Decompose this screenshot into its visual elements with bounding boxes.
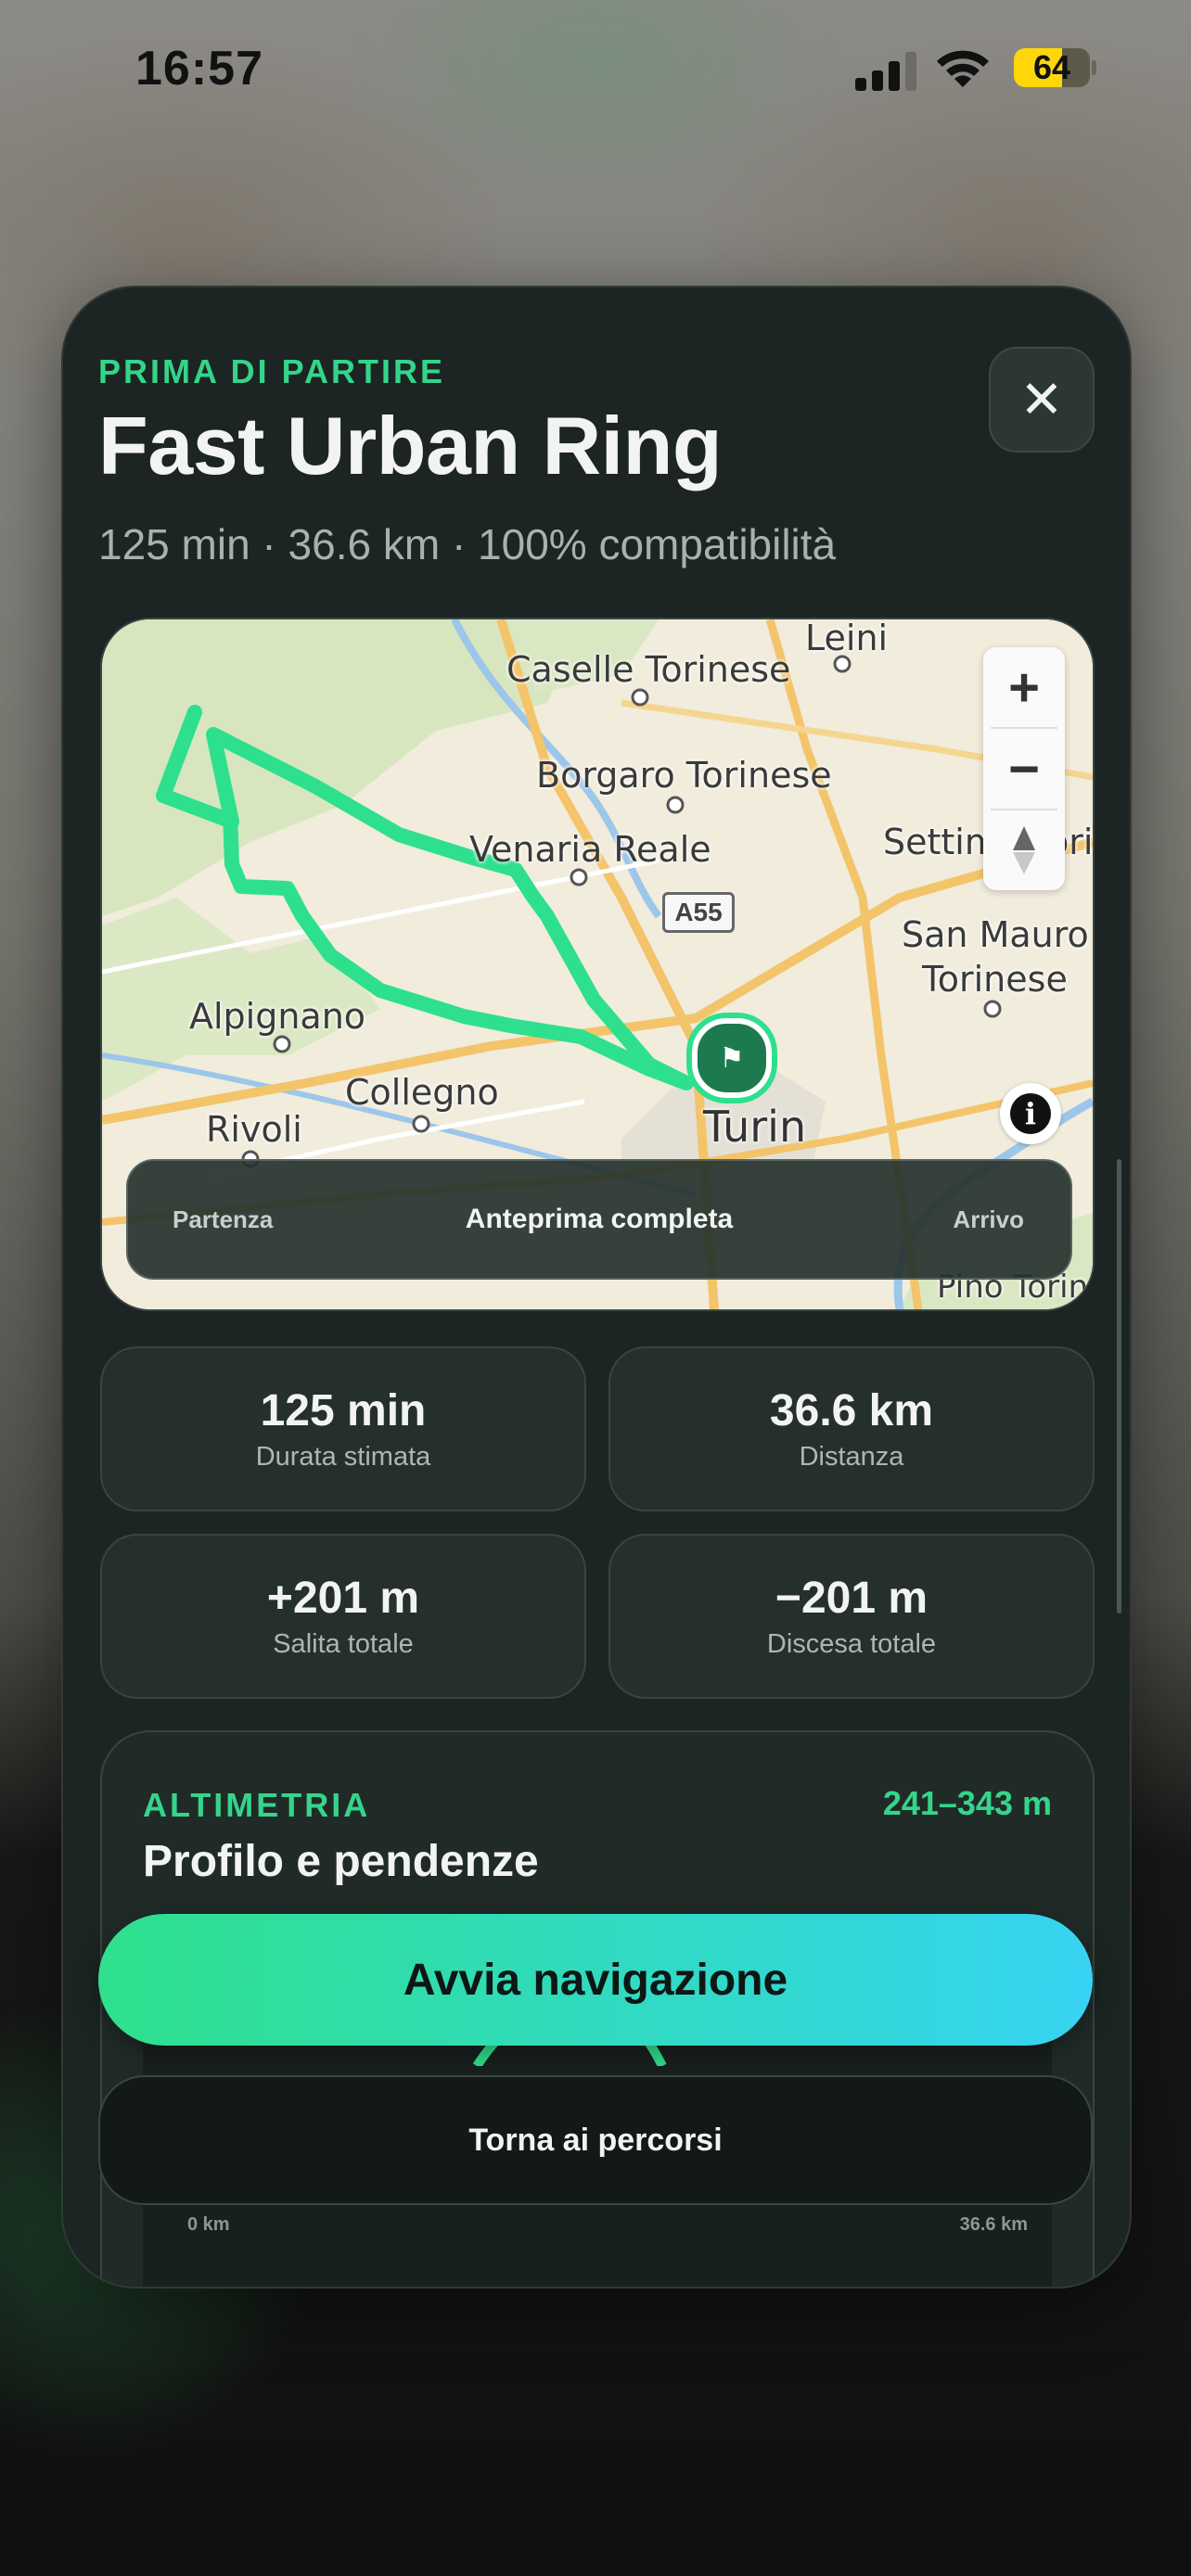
status-time: 16:57 <box>135 42 263 96</box>
altimetry-range: 241–343 m <box>882 1784 1052 1822</box>
stat-descent: −201 m Discesa totale <box>608 1534 1095 1699</box>
route-preview-scrubber[interactable]: Partenza Anteprima completa Arrivo <box>126 1159 1072 1280</box>
scroll-indicator[interactable] <box>1117 1159 1121 1613</box>
wifi-icon <box>937 50 989 87</box>
scrubber-end-label[interactable]: Arrivo <box>953 1161 1024 1278</box>
elevation-axis-start: 0 km <box>187 2214 230 2235</box>
back-to-routes-button[interactable]: Torna ai percorsi <box>98 2075 1093 2205</box>
map-label-collegno: Collegno <box>345 1072 499 1113</box>
battery-icon: 64 <box>1014 48 1097 87</box>
stat-distance-label: Distanza <box>799 1442 904 1472</box>
route-summary: 125 min · 36.6 km · 100% compatibilità <box>98 520 837 568</box>
stat-ascent: +201 m Salita totale <box>100 1534 586 1699</box>
stat-descent-value: −201 m <box>775 1574 928 1623</box>
map-label-caselle: Caselle Torinese <box>506 649 791 690</box>
stat-ascent-value: +201 m <box>266 1574 420 1623</box>
stat-duration: 125 min Durata stimata <box>100 1346 586 1511</box>
destination-flag-icon: ⚑ <box>692 1018 772 1098</box>
start-navigation-button[interactable]: Avvia navigazione <box>98 1914 1093 2046</box>
stat-descent-label: Discesa totale <box>766 1629 937 1659</box>
close-button[interactable]: ✕ <box>989 347 1095 453</box>
map-label-turin: Turin <box>703 1102 807 1152</box>
compass-icon <box>1013 826 1035 874</box>
map-label-alpignano: Alpignano <box>189 996 366 1037</box>
route-title: Fast Urban Ring <box>98 400 723 491</box>
map-label-rivoli: Rivoli <box>206 1109 302 1150</box>
compass-button[interactable] <box>983 810 1065 890</box>
zoom-in-button[interactable]: + <box>983 647 1065 727</box>
map-label-leini: Leini <box>805 618 889 658</box>
altimetry-eyebrow: ALTIMETRIA <box>143 1786 371 1824</box>
zoom-out-button[interactable]: − <box>983 729 1065 809</box>
road-shield-a55: A55 <box>662 892 735 933</box>
route-preview-sheet: PRIMA DI PARTIRE Fast Urban Ring 125 min… <box>61 286 1132 2289</box>
map-label-borgaro: Borgaro Torinese <box>536 755 832 796</box>
info-icon: i <box>1010 1093 1051 1134</box>
altimetry-title: Profilo e pendenze <box>143 1837 539 1886</box>
map-label-torinese: Torinese <box>922 959 1068 1000</box>
close-icon: ✕ <box>1019 370 1064 428</box>
elevation-axis-end: 36.6 km <box>959 2214 1028 2235</box>
route-map[interactable]: Leini Caselle Torinese Borgaro Torinese … <box>100 618 1095 1311</box>
map-label-venaria: Venaria Reale <box>469 829 711 870</box>
stat-duration-value: 125 min <box>260 1386 427 1435</box>
scrubber-center-label[interactable]: Anteprima completa <box>128 1161 1070 1278</box>
stat-distance-value: 36.6 km <box>769 1386 934 1435</box>
cellular-signal-icon <box>855 52 916 91</box>
map-label-san-mauro: San Mauro <box>902 914 1089 955</box>
stat-duration-label: Durata stimata <box>255 1442 431 1472</box>
map-zoom-controls: + − <box>983 647 1065 890</box>
stat-ascent-label: Salita totale <box>273 1629 414 1659</box>
map-info-button[interactable]: i <box>1000 1083 1061 1144</box>
status-bar: 16:57 64 <box>0 0 1191 139</box>
sheet-eyebrow: PRIMA DI PARTIRE <box>98 352 446 390</box>
stat-distance: 36.6 km Distanza <box>608 1346 1095 1511</box>
